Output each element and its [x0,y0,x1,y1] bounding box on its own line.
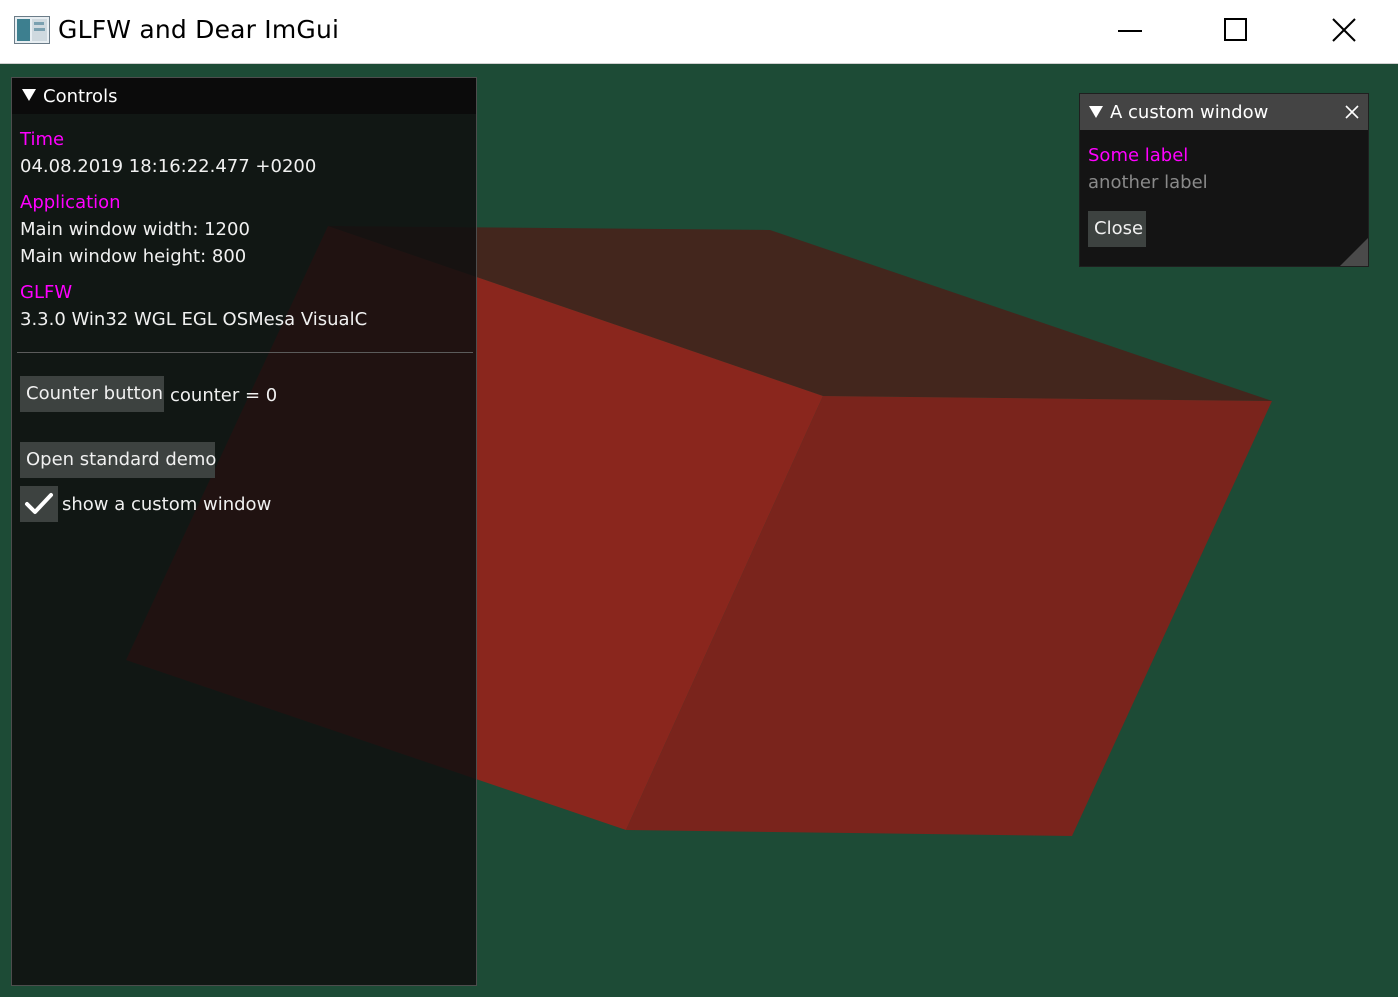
custom-window[interactable]: A custom window Some label another label… [1079,93,1369,267]
resize-grip[interactable] [1340,238,1368,266]
main-window-height: Main window height: 800 [20,246,247,267]
custom-window-title: A custom window [1110,102,1269,123]
another-label: another label [1088,172,1208,193]
close-window-button[interactable] [1290,0,1396,64]
minimize-icon [1118,30,1142,32]
open-standard-demo-button[interactable]: Open standard demo [20,442,216,478]
collapse-arrow-icon[interactable] [22,89,36,101]
controls-panel[interactable]: Controls Time 04.08.2019 18:16:22.477 +0… [11,77,477,986]
maximize-icon [1224,18,1247,41]
show-custom-window-checkbox[interactable] [20,486,58,522]
controls-panel-header[interactable]: Controls [12,78,476,114]
separator [17,352,473,353]
window-titlebar: GLFW and Dear ImGui [0,0,1398,64]
controls-panel-title: Controls [43,86,118,107]
minimize-button[interactable] [1076,0,1182,64]
application-header: Application [20,192,121,213]
counter-button[interactable]: Counter button [20,376,164,412]
close-icon[interactable] [1344,104,1360,120]
close-button[interactable]: Close [1088,211,1146,247]
counter-text: counter = 0 [170,385,278,406]
time-value: 04.08.2019 18:16:22.477 +0200 [20,156,317,177]
show-custom-window-label: show a custom window [62,494,272,515]
glfw-version: 3.3.0 Win32 WGL EGL OSMesa VisualC [20,309,368,330]
close-icon [1332,18,1356,42]
custom-window-header[interactable]: A custom window [1080,94,1368,130]
window-title: GLFW and Dear ImGui [58,15,340,44]
collapse-arrow-icon[interactable] [1089,106,1103,118]
checkmark-icon [25,493,53,514]
some-label: Some label [1088,145,1189,166]
app-icon [14,16,50,44]
main-window-width: Main window width: 1200 [20,219,250,240]
time-header: Time [20,129,65,150]
glfw-header: GLFW [20,282,73,303]
maximize-button[interactable] [1182,0,1288,64]
